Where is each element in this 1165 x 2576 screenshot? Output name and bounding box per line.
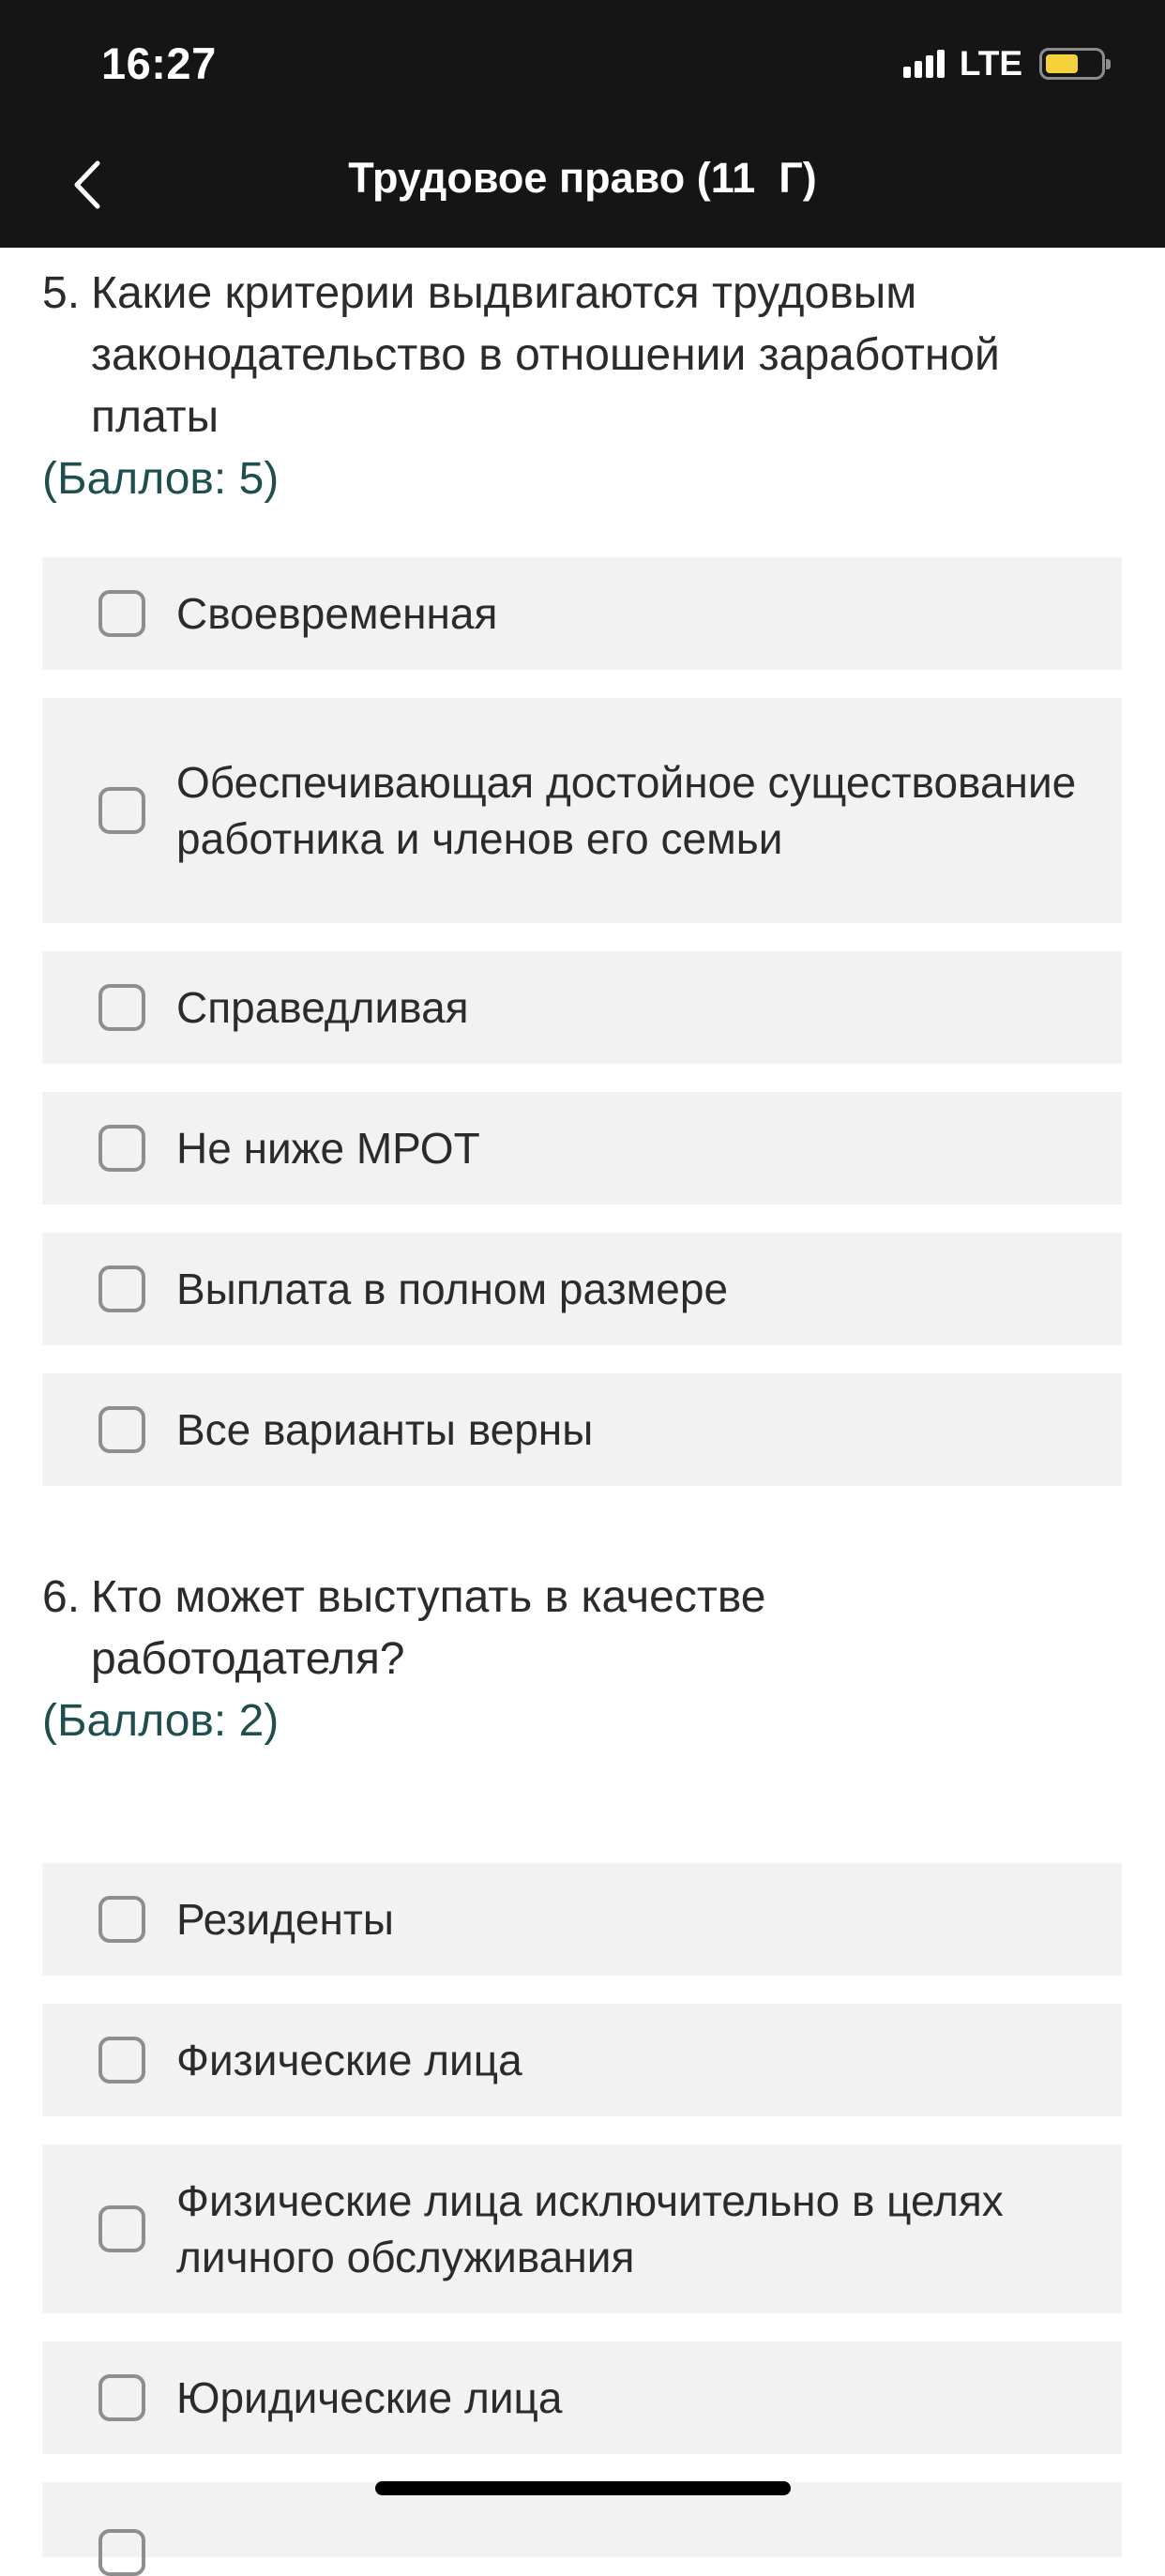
option-timely[interactable]: Своевременная <box>42 557 1122 670</box>
question-number: 5. <box>42 268 81 318</box>
question-6-options: Резиденты Физические лица Физические лиц… <box>42 1863 1122 2576</box>
checkbox[interactable] <box>98 984 145 1031</box>
signal-strength-icon <box>902 50 948 78</box>
option-decent-living[interactable]: Обеспечивающая достойное существование р… <box>42 698 1122 923</box>
question-number: 6. <box>42 1572 81 1622</box>
option-label: Не ниже МРОТ <box>176 1124 480 1173</box>
option-individuals[interactable]: Физические лица <box>42 2004 1122 2116</box>
checkbox[interactable] <box>98 2205 145 2252</box>
option-individuals-personal-service[interactable]: Физические лица исключительно в целях ли… <box>42 2144 1122 2313</box>
option-legal-entities[interactable]: Юридические лица <box>42 2341 1122 2454</box>
option-label: Резиденты <box>176 1895 394 1944</box>
checkbox[interactable] <box>98 1265 145 1312</box>
option-label: Справедливая <box>176 983 469 1032</box>
option-not-below-minimum[interactable]: Не ниже МРОТ <box>42 1092 1122 1205</box>
option-label: Своевременная <box>176 589 498 638</box>
checkbox[interactable] <box>98 1896 145 1943</box>
question-text: Кто может выступать в качестве работодат… <box>91 1572 766 1684</box>
battery-icon <box>1039 48 1111 80</box>
checkbox[interactable] <box>98 2374 145 2421</box>
network-type: LTE <box>959 44 1022 83</box>
checkbox[interactable] <box>98 2037 145 2084</box>
option-label: Физические лица исключительно в целях ли… <box>176 2176 1004 2281</box>
question-5: 5. Какие критерии выдвигаются трудовым з… <box>42 263 1121 510</box>
question-points: (Баллов: 5) <box>42 454 280 504</box>
option-label: Физические лица <box>176 2036 522 2084</box>
checkbox[interactable] <box>98 590 145 637</box>
option-residents[interactable]: Резиденты <box>42 1863 1122 1976</box>
checkbox[interactable] <box>98 2529 145 2576</box>
option-label: Выплата в полном размере <box>176 1265 729 1313</box>
option-all-correct[interactable]: Все варианты верны <box>42 1373 1122 1486</box>
option-full-payment[interactable]: Выплата в полном размере <box>42 1233 1122 1345</box>
option-label: Все варианты верны <box>176 1405 594 1454</box>
checkbox[interactable] <box>98 787 145 834</box>
question-5-options: Своевременная Обеспечивающая достойное с… <box>42 557 1122 1514</box>
home-indicator[interactable] <box>375 2481 791 2495</box>
checkbox[interactable] <box>98 1125 145 1172</box>
question-text: Какие критерии выдвигаются трудовым зако… <box>91 268 1000 442</box>
checkbox[interactable] <box>98 1406 145 1453</box>
option-label: Юридические лица <box>176 2373 563 2422</box>
page-title: Трудовое право (11 Г) <box>348 154 817 202</box>
question-points: (Баллов: 2) <box>42 1696 280 1746</box>
top-bar: 16:27 LTE Трудовое право (11 Г) <box>0 0 1165 248</box>
battery-level <box>1046 54 1078 73</box>
option-label: Обеспечивающая достойное существование р… <box>176 758 1077 863</box>
option-fair[interactable]: Справедливая <box>42 951 1122 1064</box>
status-indicators: LTE <box>902 44 1111 83</box>
question-6: 6. Кто может выступать в качестве работо… <box>42 1567 1121 1752</box>
status-time: 16:27 <box>101 38 217 88</box>
